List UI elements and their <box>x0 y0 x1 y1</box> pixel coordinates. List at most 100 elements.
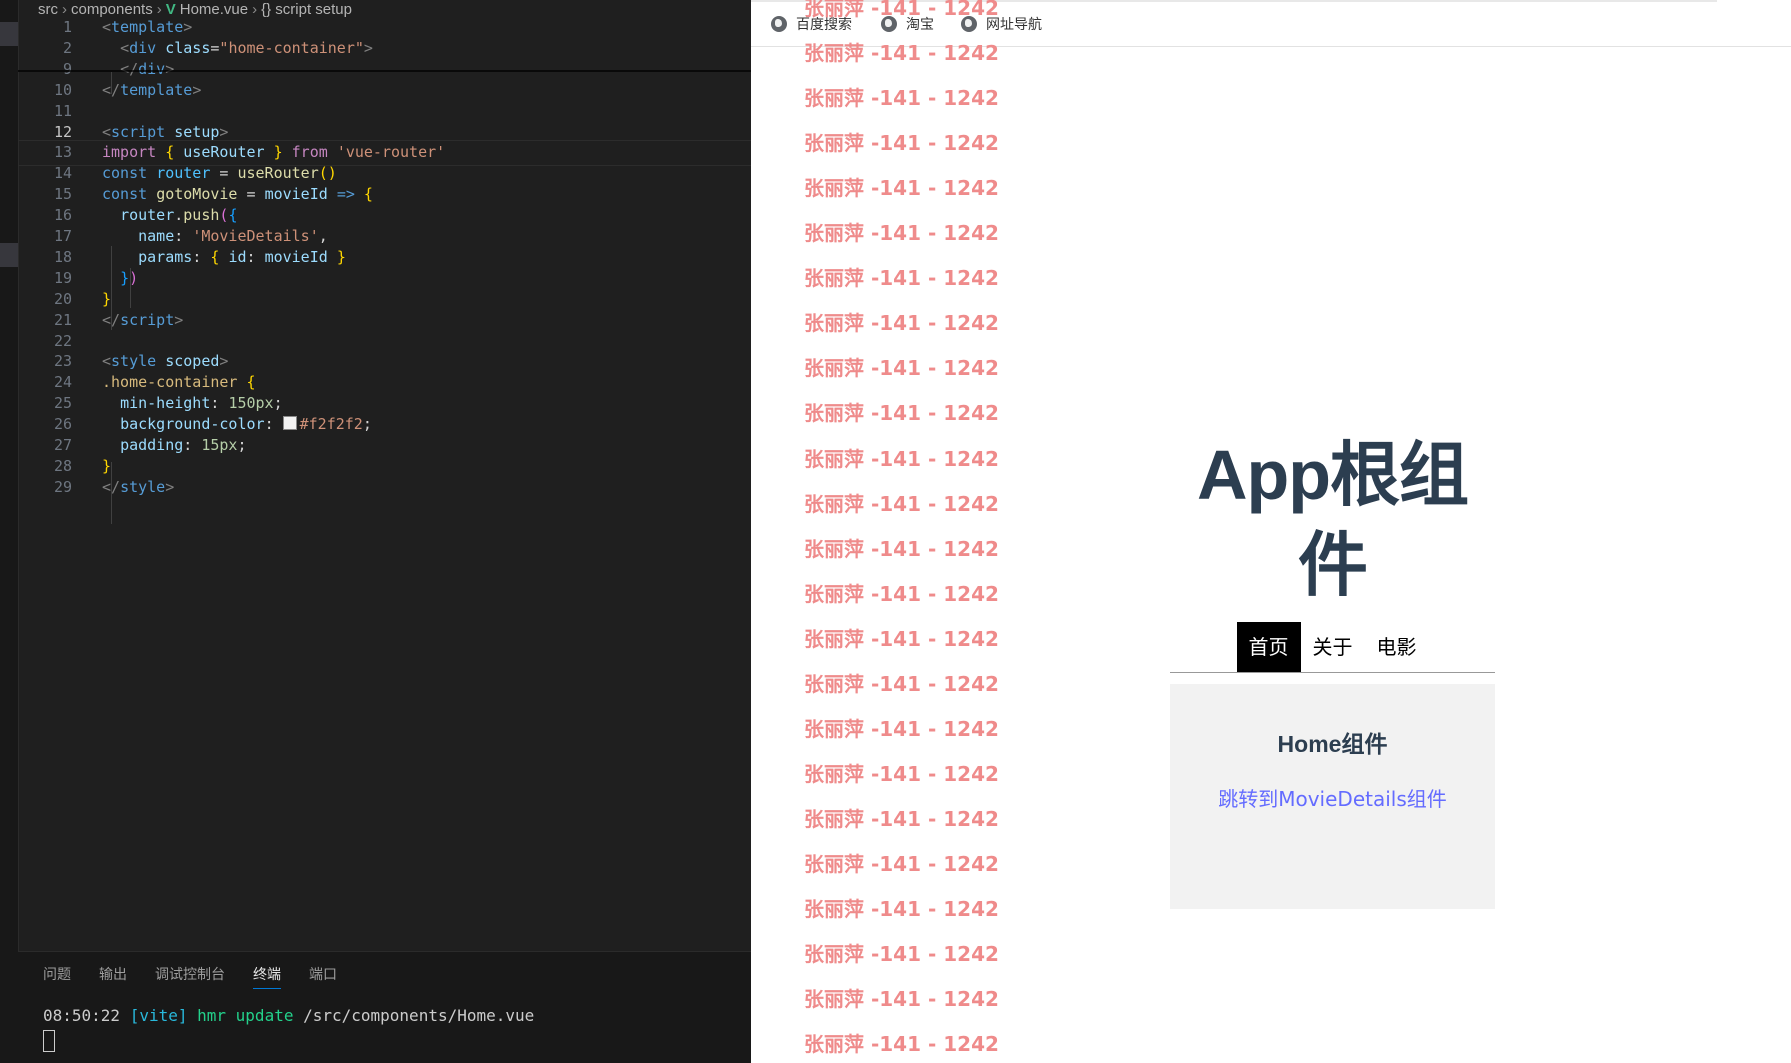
code-line[interactable]: 21 </script> <box>18 310 751 331</box>
code-token: : <box>174 227 193 245</box>
code-line[interactable]: 17 name: 'MovieDetails', <box>18 226 751 247</box>
code-token: } <box>102 456 112 475</box>
watermark-text: 张丽萍 -141 - 1242 <box>804 266 999 291</box>
nav-link-home[interactable]: 首页 <box>1236 622 1301 672</box>
watermark-text: 张丽萍 -141 - 1242 <box>804 806 999 831</box>
terminal-token: [vite] <box>129 1006 188 1025</box>
line-number: 28 <box>53 456 72 475</box>
line-number: 22 <box>53 331 72 350</box>
breadcrumb-item[interactable]: {} script setup <box>261 1 352 18</box>
code-line[interactable]: 27 padding: 15px; <box>18 435 751 456</box>
panel-tab[interactable]: 问题 <box>43 962 71 988</box>
code-line[interactable]: 14 const router = useRouter() <box>18 163 751 184</box>
code-line[interactable]: 1 <template> <box>18 17 751 38</box>
indent-guide <box>111 462 112 524</box>
code-line[interactable]: 28} <box>18 456 751 477</box>
breadcrumb-item[interactable]: Home.vue <box>180 1 248 18</box>
code-line[interactable]: 19 }) <box>18 268 751 289</box>
nav-link-about[interactable]: 关于 <box>1301 622 1365 672</box>
code-token: div <box>129 38 157 57</box>
code-token: : <box>246 247 265 266</box>
watermark-text: 张丽萍 -141 - 1242 <box>804 491 999 516</box>
indent-guide <box>111 246 112 330</box>
panel-tab[interactable]: 终端 <box>253 962 281 989</box>
watermark-text: 张丽萍 -141 - 1242 <box>804 581 999 606</box>
panel-tab[interactable]: 输出 <box>99 962 127 988</box>
app-nav: 首页 关于 电影 <box>1170 622 1495 673</box>
code-line[interactable]: 23 <style scoped> <box>18 351 751 372</box>
code-token: . <box>174 206 184 225</box>
panel-tabs: 问题 输出 调试控制台 终端 端口 <box>43 962 337 990</box>
code-line[interactable]: 29 </style> <box>18 477 751 498</box>
code-line[interactable]: 16 router.push({ <box>18 205 751 226</box>
code-token: = <box>237 185 265 204</box>
code-line[interactable]: 11 <box>18 101 751 122</box>
code-token: padding <box>120 436 184 454</box>
code-line[interactable]: 10 </template> <box>18 80 751 101</box>
terminal-token: 08:50:22 <box>43 1006 130 1025</box>
panel-tab[interactable]: 调试控制台 <box>155 962 225 988</box>
terminal-token: /src/components/Home.vue <box>303 1006 535 1025</box>
code-token: script <box>120 310 175 329</box>
code-token: => <box>336 185 355 204</box>
code-line[interactable]: 22 <box>18 331 751 352</box>
code-token: > <box>219 352 229 371</box>
watermark-text: 张丽萍 -141 - 1242 <box>804 671 999 696</box>
code-token: import <box>102 143 157 162</box>
code-token: } <box>120 268 130 287</box>
terminal-token: hmr update <box>187 1006 304 1025</box>
code-token: .home-container <box>102 373 238 392</box>
code-line[interactable]: 15 const gotoMovie = movieId => { <box>18 184 751 205</box>
code-line[interactable]: 20} <box>18 289 751 310</box>
code-token: useRouter <box>183 143 265 162</box>
code-token: const <box>102 164 148 183</box>
code-token: > <box>183 18 193 36</box>
sticky-scroll-divider <box>18 70 751 72</box>
breadcrumb-item[interactable]: components <box>71 1 153 18</box>
nav-link-movie[interactable]: 电影 <box>1365 622 1429 672</box>
code-token: > <box>192 80 202 99</box>
code-token: const <box>102 185 148 204</box>
terminal-cursor <box>43 1030 55 1052</box>
code-token: style <box>120 477 166 496</box>
code-line[interactable]: 26 background-color: #f2f2f2; <box>18 414 751 435</box>
breadcrumb-separator-icon: › <box>156 1 162 18</box>
watermark-column: 张丽萍 -141 - 1242 张丽萍 -141 - 1242 张丽萍 -141 -… <box>804 0 1024 1063</box>
breadcrumb-item[interactable]: src <box>38 1 58 18</box>
code-token: gotoMovie <box>156 185 238 204</box>
code-token: name <box>138 227 175 245</box>
code-line[interactable]: 12 <script setup> <box>18 122 751 143</box>
code-line[interactable]: 2 <div class="home-container"> <box>18 38 751 59</box>
app-root: App根组件 首页 关于 电影 Home组件 跳转到MovieDetails组件 <box>1170 430 1495 909</box>
code-token: ; <box>273 394 283 413</box>
goto-movie-details-link[interactable]: 跳转到MovieDetails组件 <box>1218 783 1447 812</box>
code-token: template <box>111 18 184 36</box>
line-number: 14 <box>53 164 72 183</box>
line-number: 16 <box>53 206 72 225</box>
watermark-text: 张丽萍 -141 - 1242 <box>804 987 999 1012</box>
code-line[interactable]: 13 import { useRouter } from 'vue-router' <box>18 142 751 163</box>
color-swatch-icon[interactable] <box>282 416 297 431</box>
watermark-text: 张丽萍 -141 - 1242 <box>804 401 999 426</box>
panel-tab[interactable]: 端口 <box>309 962 337 988</box>
code-line[interactable]: 25 min-height: 150px; <box>18 393 751 414</box>
home-title: Home组件 <box>1277 731 1388 757</box>
code-token: : <box>192 247 211 266</box>
code-line[interactable]: 24 .home-container { <box>18 372 751 393</box>
watermark-text: 张丽萍 -141 - 1242 <box>804 536 999 561</box>
code-token: router <box>156 164 211 183</box>
line-number: 15 <box>53 185 72 204</box>
code-token: movieId <box>264 247 328 266</box>
code-token: = <box>210 164 238 183</box>
line-number: 29 <box>53 477 72 496</box>
code-line[interactable]: 18 params: { id: movieId } <box>18 247 751 268</box>
